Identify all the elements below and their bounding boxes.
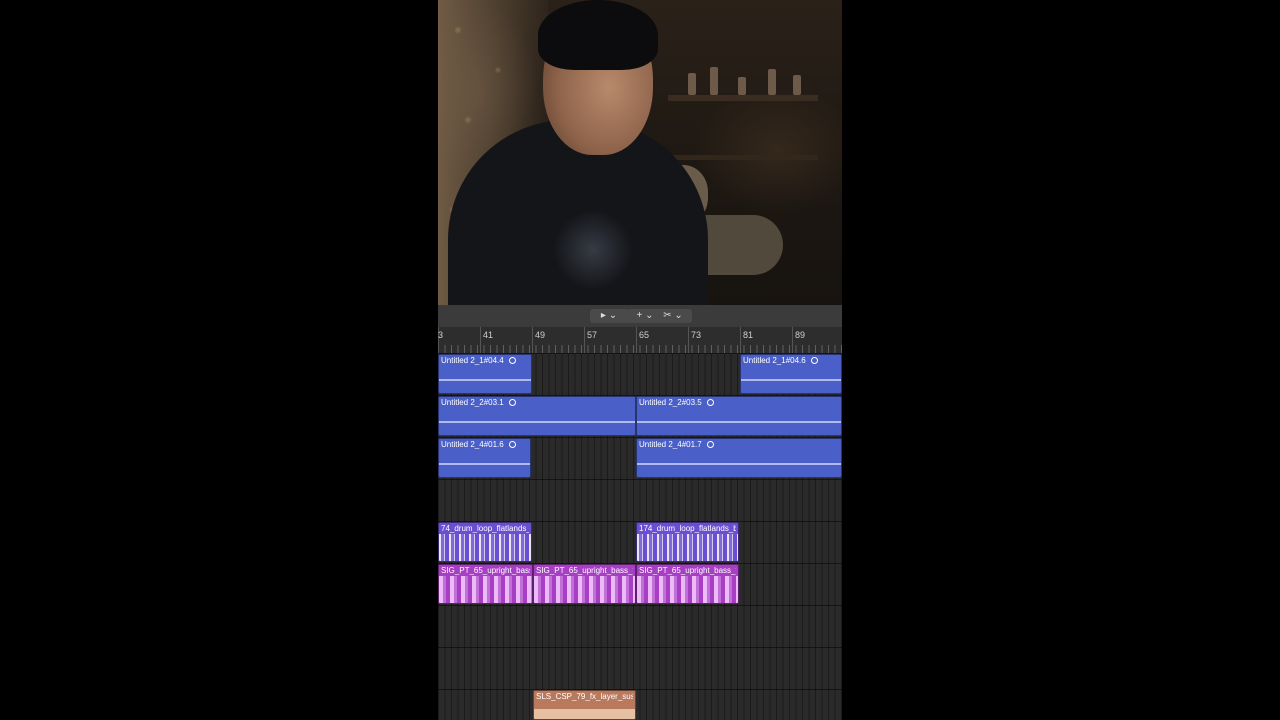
waveform (439, 379, 531, 381)
loop-icon (508, 399, 516, 407)
audio-region[interactable]: SIG_PT_65_upright_bass_t (438, 564, 533, 604)
loop-icon (706, 441, 714, 449)
audio-region[interactable]: 174_drum_loop_flatlands_br (636, 522, 739, 562)
region-label: SIG_PT_65_upright_bass_t (441, 566, 530, 575)
audio-region[interactable]: Untitled 2_2#03.5 (636, 396, 842, 436)
bar-ruler[interactable]: 3 41 49 57 65 73 81 89 (438, 327, 842, 354)
region-label: SIG_PT_65_upright_bass_t (639, 566, 736, 575)
audio-region[interactable]: Untitled 2_1#04.4 (438, 354, 532, 394)
daw-arrange-window: ▸ ⌄ + ⌄ ✂ ⌄ 3 41 49 57 65 73 81 89 Untit… (438, 305, 842, 720)
audio-region[interactable]: SIG_PT_65_upright_bass_t (533, 564, 636, 604)
region-label: SLS_CSP_79_fx_layer_susta (536, 692, 633, 701)
shelf-bottle (738, 77, 746, 95)
region-name: SIG_PT_65_upright_bass_t (441, 566, 530, 575)
region-name: 174_drum_loop_flatlands_br (639, 524, 736, 533)
region-name: Untitled 2_1#04.4 (441, 356, 529, 365)
audio-region[interactable]: Untitled 2_4#01.7 (636, 438, 842, 478)
shelf-bottle (793, 75, 801, 95)
region-label: Untitled 2_1#04.6 (743, 356, 806, 365)
scissors-tool-button[interactable]: ✂ ⌄ (654, 309, 692, 323)
bar-tick (636, 327, 637, 353)
region-name: Untitled 2_4#01.6 (441, 440, 528, 449)
bar-number: 41 (483, 330, 494, 340)
waveform (439, 534, 531, 561)
bar-number: 49 (535, 330, 546, 340)
shelf-lower (658, 155, 818, 160)
ruler-minor-ticks (438, 345, 842, 353)
audio-region[interactable]: Untitled 2_1#04.6 (740, 354, 842, 394)
bar-number: 89 (795, 330, 806, 340)
bar-tick (688, 327, 689, 353)
region-label: 174_drum_loop_flatlands_br (639, 524, 736, 533)
waveform (637, 534, 738, 561)
loop-icon (810, 357, 818, 365)
webcam-feed (438, 0, 842, 305)
region-name: SLS_CSP_79_fx_layer_susta (536, 692, 633, 701)
waveform (637, 463, 841, 465)
region-name: SIG_PT_65_upright_bass_t (536, 566, 633, 575)
bar-number: 81 (743, 330, 754, 340)
audio-region[interactable]: Untitled 2_4#01.6 (438, 438, 531, 478)
region-label: 74_drum_loop_flatlands_br (441, 524, 529, 533)
waveform (534, 576, 635, 603)
bar-number: 65 (639, 330, 650, 340)
bar-tick (532, 327, 533, 353)
loop-icon (508, 441, 516, 449)
tool-bar: ▸ ⌄ + ⌄ ✂ ⌄ (438, 305, 842, 328)
audio-region[interactable]: SLS_CSP_79_fx_layer_susta (533, 690, 636, 720)
bar-tick (740, 327, 741, 353)
bar-tick (792, 327, 793, 353)
bar-number: 57 (587, 330, 598, 340)
pointer-tool-button[interactable]: ▸ ⌄ (590, 309, 628, 323)
bar-tick (480, 327, 481, 353)
audio-region[interactable]: SIG_PT_65_upright_bass_t (636, 564, 739, 604)
shirt-print (553, 210, 633, 290)
bar-tick (584, 327, 585, 353)
waveform (439, 463, 530, 465)
waveform (439, 576, 532, 603)
audio-region[interactable]: Untitled 2_2#03.1 (438, 396, 636, 436)
region-name: Untitled 2_2#03.1 (441, 398, 633, 407)
region-label: Untitled 2_2#03.5 (639, 398, 702, 407)
region-name: Untitled 2_1#04.6 (743, 356, 839, 365)
region-label: Untitled 2_4#01.7 (639, 440, 702, 449)
shelf-bottle (710, 67, 718, 95)
track-area[interactable]: Untitled 2_1#04.4 Untitled 2_1#04.6 Unti… (438, 354, 842, 720)
region-label: Untitled 2_2#03.1 (441, 398, 504, 407)
shelf (668, 95, 818, 101)
loop-icon (508, 357, 516, 365)
audio-region[interactable]: 74_drum_loop_flatlands_br (438, 522, 532, 562)
region-name: 74_drum_loop_flatlands_br (441, 524, 529, 533)
waveform (534, 702, 635, 719)
person-hair (538, 0, 658, 70)
shelf-bottle (768, 69, 776, 95)
waveform (637, 576, 738, 603)
region-name: Untitled 2_2#03.5 (639, 398, 839, 407)
region-label: Untitled 2_1#04.4 (441, 356, 504, 365)
waveform (439, 421, 635, 423)
waveform (637, 421, 841, 423)
video-frame: ▸ ⌄ + ⌄ ✂ ⌄ 3 41 49 57 65 73 81 89 Untit… (438, 0, 842, 720)
loop-icon (706, 399, 714, 407)
shelf-bottle (688, 73, 696, 95)
region-label: Untitled 2_4#01.6 (441, 440, 504, 449)
region-name: SIG_PT_65_upright_bass_t (639, 566, 736, 575)
bar-number: 73 (691, 330, 702, 340)
waveform (741, 379, 841, 381)
region-name: Untitled 2_4#01.7 (639, 440, 839, 449)
region-label: SIG_PT_65_upright_bass_t (536, 566, 633, 575)
bar-number: 3 (438, 330, 444, 340)
